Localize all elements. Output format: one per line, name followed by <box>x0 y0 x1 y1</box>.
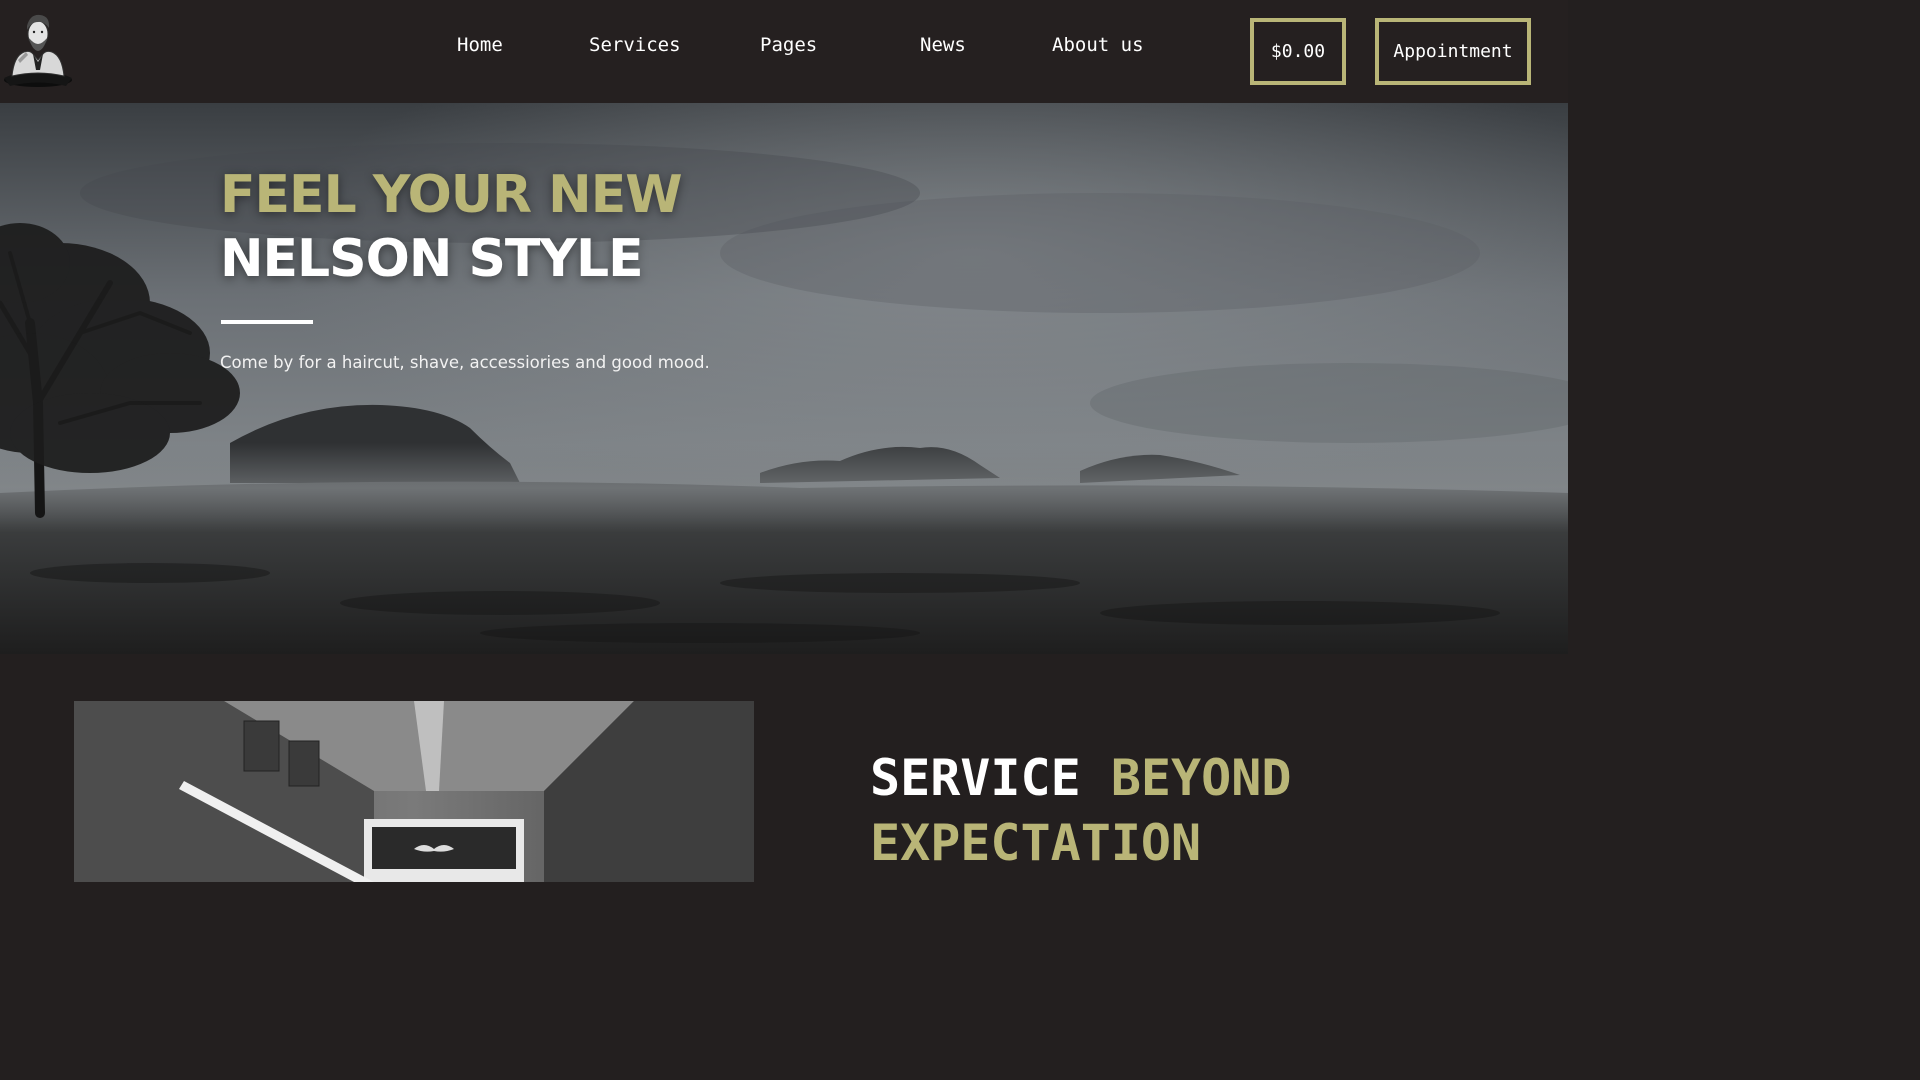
appointment-button[interactable]: Appointment <box>1375 18 1531 85</box>
about-section: SERVICE BEYOND EXPECTATION <box>0 654 1568 882</box>
cart-total: $0.00 <box>1270 41 1326 62</box>
nav-pages[interactable]: Pages <box>760 34 817 56</box>
site-header: Home Services Pages News About us $0.00 … <box>0 0 1568 103</box>
nav-home[interactable]: Home <box>457 34 503 56</box>
nav-news[interactable]: News <box>920 34 966 56</box>
hero-subtitle: Come by for a haircut, shave, accessiori… <box>220 353 710 372</box>
cart-button[interactable]: $0.00 <box>1250 18 1346 85</box>
hero-title-line1: FEEL YOUR NEW <box>220 165 683 225</box>
section-heading-line2: EXPECTATION <box>870 814 1202 872</box>
hero-banner: FEEL YOUR NEW NELSON STYLE Come by for a… <box>0 103 1568 654</box>
section-heading-line1: SERVICE BEYOND <box>870 749 1291 807</box>
nav-about-us[interactable]: About us <box>1052 34 1144 56</box>
appointment-label: Appointment <box>1393 41 1513 62</box>
nav-services[interactable]: Services <box>589 34 681 56</box>
section-heading-beyond: BEYOND <box>1110 749 1292 807</box>
barber-logo-icon[interactable] <box>0 6 76 92</box>
barber-shop-photo <box>74 701 754 882</box>
section-heading-service: SERVICE <box>870 749 1081 807</box>
hero-divider <box>221 320 313 324</box>
hero-title-line2: NELSON STYLE <box>220 229 644 289</box>
